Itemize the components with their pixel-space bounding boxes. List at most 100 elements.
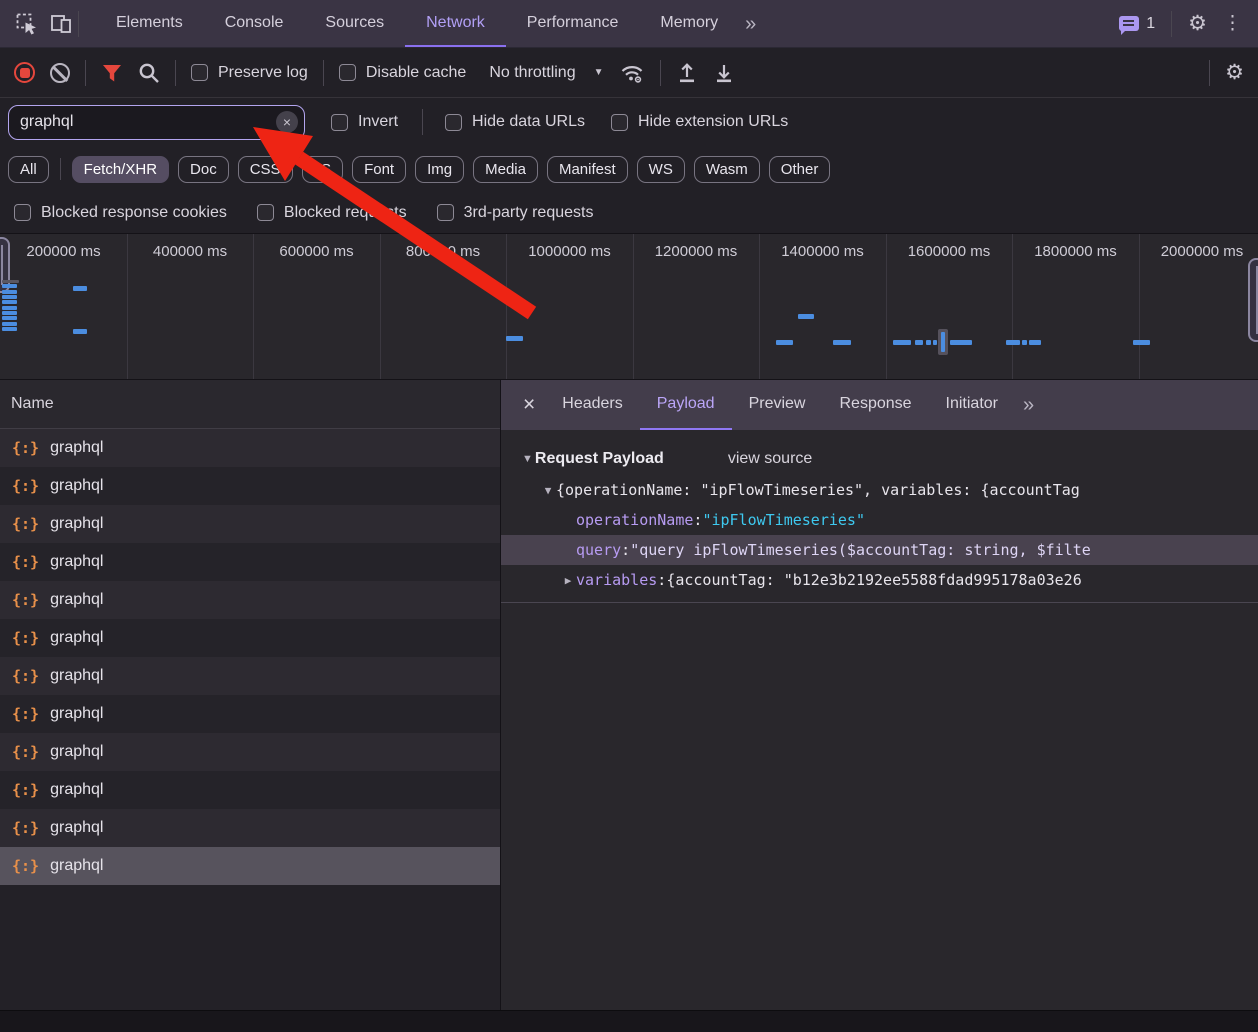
type-chip-other[interactable]: Other	[769, 156, 831, 183]
table-row[interactable]: {:}graphql	[0, 429, 500, 467]
type-chip-all[interactable]: All	[8, 156, 49, 183]
hide-extension-urls-toggle[interactable]: Hide extension URLs	[611, 113, 788, 131]
timeline-request-bar[interactable]	[950, 340, 972, 345]
tab-performance[interactable]: Performance	[506, 0, 640, 47]
details-tab-payload[interactable]: Payload	[640, 380, 732, 430]
details-tab-initiator[interactable]: Initiator	[929, 380, 1015, 430]
filter-input[interactable]	[8, 105, 305, 140]
table-row[interactable]: {:}graphql	[0, 619, 500, 657]
timeline-request-bar[interactable]	[2, 290, 17, 294]
invert-checkbox[interactable]	[331, 114, 348, 131]
timeline-request-bar[interactable]	[1022, 340, 1027, 345]
timeline-request-bar[interactable]	[2, 284, 17, 288]
timeline-request-bar[interactable]	[73, 329, 87, 334]
throttling-dropdown[interactable]: No throttling ▼	[489, 64, 603, 82]
table-row[interactable]: {:}graphql	[0, 543, 500, 581]
settings-gear-icon[interactable]: ⚙	[1188, 13, 1207, 34]
table-row[interactable]: {:}graphql	[0, 581, 500, 619]
collapse-triangle-icon[interactable]: ▼	[522, 453, 533, 465]
table-row[interactable]: {:}graphql	[0, 657, 500, 695]
payload-line[interactable]: ▶variables: {accountTag: "b12e3b2192ee55…	[501, 565, 1258, 595]
blocked-cookies-checkbox[interactable]	[14, 204, 31, 221]
type-chip-manifest[interactable]: Manifest	[547, 156, 628, 183]
timeline-request-bar[interactable]	[1029, 340, 1041, 345]
payload-line[interactable]: query: "query ipFlowTimeseries($accountT…	[501, 535, 1258, 565]
timeline-request-bar[interactable]	[2, 300, 17, 304]
tab-console[interactable]: Console	[204, 0, 305, 47]
timeline-request-bar[interactable]	[2, 316, 17, 320]
more-details-tabs-icon[interactable]: »	[1017, 395, 1040, 415]
payload-line[interactable]: operationName: "ipFlowTimeseries"	[501, 505, 1258, 535]
timeline-request-bar[interactable]	[73, 286, 87, 291]
disable-cache-checkbox[interactable]	[339, 64, 356, 81]
import-har-icon[interactable]	[676, 62, 698, 84]
table-row[interactable]: {:}graphql	[0, 733, 500, 771]
invert-toggle[interactable]: Invert	[331, 113, 398, 131]
timeline-request-bar[interactable]	[933, 340, 937, 345]
type-chip-font[interactable]: Font	[352, 156, 406, 183]
timeline-request-bar[interactable]	[2, 322, 17, 326]
timeline-request-bar[interactable]	[798, 314, 814, 319]
kebab-menu-icon[interactable]: ⋮	[1223, 14, 1242, 33]
disable-cache-toggle[interactable]: Disable cache	[339, 64, 467, 82]
timeline-request-bar[interactable]	[2, 295, 17, 299]
timeline-request-bar[interactable]	[833, 340, 851, 345]
view-source-link[interactable]: view source	[728, 450, 812, 468]
blocked-requests-checkbox[interactable]	[257, 204, 274, 221]
type-chip-ws[interactable]: WS	[637, 156, 685, 183]
details-tab-response[interactable]: Response	[822, 380, 928, 430]
table-row[interactable]: {:}graphql	[0, 467, 500, 505]
payload-line[interactable]: ▼{operationName: "ipFlowTimeseries", var…	[501, 475, 1258, 505]
blocked-requests-toggle[interactable]: Blocked requests	[257, 204, 407, 222]
type-chip-css[interactable]: CSS	[238, 156, 293, 183]
tab-sources[interactable]: Sources	[304, 0, 405, 47]
timeline-request-bar[interactable]	[776, 340, 793, 345]
network-conditions-icon[interactable]	[619, 61, 645, 85]
hide-extension-urls-checkbox[interactable]	[611, 114, 628, 131]
tab-network[interactable]: Network	[405, 0, 506, 47]
more-panels-icon[interactable]: »	[739, 14, 762, 34]
hide-data-urls-toggle[interactable]: Hide data URLs	[445, 113, 585, 131]
device-toolbar-icon[interactable]	[44, 7, 78, 41]
issues-counter[interactable]: 1	[1119, 15, 1155, 33]
table-row[interactable]: {:}graphql	[0, 505, 500, 543]
clear-network-log-icon[interactable]	[50, 63, 70, 83]
hide-data-urls-checkbox[interactable]	[445, 114, 462, 131]
tab-elements[interactable]: Elements	[95, 0, 204, 47]
table-row[interactable]: {:}graphql	[0, 847, 500, 885]
timeline-request-bar[interactable]	[2, 280, 19, 283]
record-network-log-button[interactable]	[14, 62, 35, 83]
timeline-right-grip[interactable]	[1248, 258, 1258, 342]
type-chip-media[interactable]: Media	[473, 156, 538, 183]
type-chip-fetchxhr[interactable]: Fetch/XHR	[72, 156, 169, 183]
export-har-icon[interactable]	[713, 62, 735, 84]
table-row[interactable]: {:}graphql	[0, 771, 500, 809]
timeline-request-bar[interactable]	[926, 340, 931, 345]
filter-funnel-icon[interactable]	[101, 62, 123, 84]
table-row[interactable]: {:}graphql	[0, 695, 500, 733]
tree-arrow-icon[interactable]: ▶	[560, 574, 576, 587]
type-chip-doc[interactable]: Doc	[178, 156, 229, 183]
clear-filter-icon[interactable]: ×	[276, 111, 298, 133]
type-chip-js[interactable]: JS	[302, 156, 344, 183]
preserve-log-checkbox[interactable]	[191, 64, 208, 81]
timeline-request-bar[interactable]	[1006, 340, 1020, 345]
preserve-log-toggle[interactable]: Preserve log	[191, 64, 308, 82]
third-party-toggle[interactable]: 3rd-party requests	[437, 204, 594, 222]
name-column-header[interactable]: Name	[0, 380, 500, 429]
request-payload-section-header[interactable]: ▼ Request Payload view source	[501, 443, 1258, 475]
timeline-request-bar[interactable]	[2, 306, 17, 310]
timeline-request-bar[interactable]	[1133, 340, 1150, 345]
network-overview-timeline[interactable]: 200000 ms400000 ms600000 ms800000 ms1000…	[0, 234, 1258, 380]
timeline-request-bar[interactable]	[893, 340, 911, 345]
inspect-element-icon[interactable]	[10, 7, 44, 41]
blocked-cookies-toggle[interactable]: Blocked response cookies	[14, 204, 227, 222]
close-details-icon[interactable]: ×	[513, 393, 545, 417]
search-icon[interactable]	[138, 62, 160, 84]
timeline-request-bar[interactable]	[2, 311, 17, 315]
details-tab-headers[interactable]: Headers	[545, 380, 639, 430]
timeline-request-bar[interactable]	[915, 340, 923, 345]
type-chip-wasm[interactable]: Wasm	[694, 156, 760, 183]
tree-arrow-icon[interactable]: ▼	[540, 484, 556, 497]
network-settings-gear-icon[interactable]: ⚙	[1225, 62, 1244, 83]
